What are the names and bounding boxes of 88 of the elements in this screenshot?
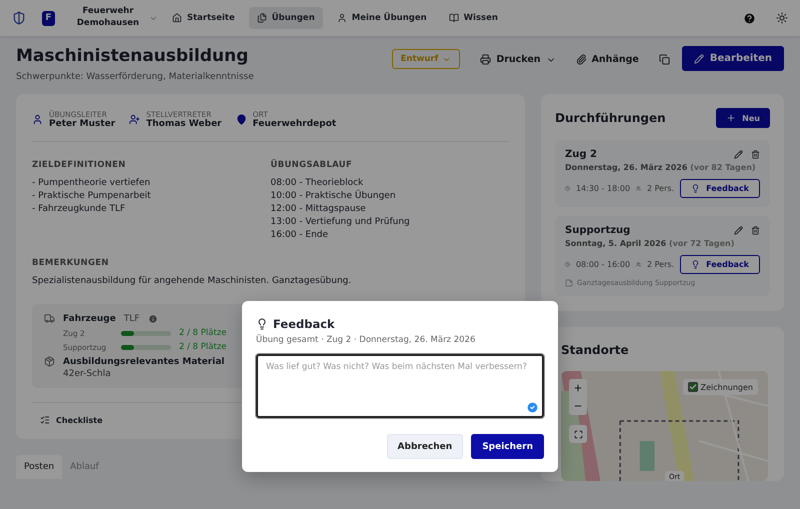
- clock-icon: [565, 184, 570, 193]
- edit-button[interactable]: Bearbeiten: [682, 46, 784, 71]
- lightbulb-icon: [256, 318, 268, 330]
- user-icon: [336, 13, 347, 23]
- user-plus-icon: [129, 114, 140, 125]
- nav-item[interactable]: Meine Übungen: [328, 7, 435, 29]
- plus-icon: [726, 113, 736, 123]
- sun-icon[interactable]: [776, 12, 788, 24]
- list-line: - Praktische Pumpenarbeit: [32, 190, 152, 203]
- help-icon[interactable]: [743, 12, 756, 24]
- home-icon: [172, 13, 182, 23]
- list-line: - Fahrzeugkunde TLF: [32, 203, 126, 216]
- run-title: Zug 2: [565, 149, 597, 160]
- layer-toggle[interactable]: Zeichnungen: [682, 379, 758, 395]
- field-value: Thomas Weber: [146, 119, 222, 129]
- shield-logo-icon[interactable]: [12, 11, 26, 25]
- dialog-subtitle: Übung gesamt · Zug 2 · Donnerstag, 26. März 2026: [256, 335, 476, 345]
- list-line: 12:00 - Mittagspause: [270, 203, 367, 216]
- truck-icon: [44, 313, 55, 324]
- nav-item[interactable]: Startseite: [164, 7, 243, 29]
- run-time: 14:30 - 18:00: [576, 184, 630, 193]
- package-icon: [44, 356, 55, 367]
- user-icon: [32, 114, 43, 125]
- card-title: Standorte: [561, 343, 630, 357]
- run-title: Supportzug: [565, 225, 630, 236]
- field-value: Peter Muster: [49, 119, 116, 129]
- dialog-title: Feedback: [273, 317, 335, 331]
- new-button[interactable]: Neu: [716, 108, 770, 128]
- material-value: 42er-Schla: [62, 369, 112, 379]
- copy-icon: [658, 54, 670, 65]
- resource-label: Ausbildungsrelevantes Material: [63, 356, 224, 366]
- org-badge: F: [42, 10, 55, 26]
- book-icon: [448, 13, 459, 23]
- run-date: Sonntag, 5. April 2026 (vor 72 Tagen): [565, 238, 736, 250]
- fullscreen-icon: [574, 430, 582, 438]
- feedback-input[interactable]: Was lief gut? Was nicht? Was beim nächsten Mal verbessern?: [256, 354, 544, 418]
- cancel-button[interactable]: Abbrechen: [386, 434, 464, 459]
- capacity-reading: 2 / 8 Plätze: [179, 328, 228, 338]
- attachments-button[interactable]: Anhänge: [570, 50, 645, 69]
- people-icon: [636, 184, 641, 193]
- print-button[interactable]: Drucken: [474, 50, 562, 69]
- map-pin-icon: [236, 114, 247, 125]
- card-title: Durchführungen: [555, 111, 666, 125]
- people-icon: [636, 260, 641, 269]
- note-icon: [565, 279, 573, 287]
- remarks-text: Spezialistenausbildung für angehende Maschinisten. Ganztagesübung.: [32, 275, 352, 288]
- save-button[interactable]: Speichern: [471, 434, 544, 459]
- pencil-icon: [694, 54, 704, 64]
- trash-icon[interactable]: [751, 150, 760, 159]
- tab[interactable]: Posten: [16, 455, 62, 479]
- section-title: ÜBUNGSABLAUF: [270, 160, 354, 170]
- printer-icon: [480, 54, 492, 65]
- section-title: BEMERKUNGEN: [32, 258, 110, 268]
- paperclip-icon: [576, 54, 587, 65]
- run-persons: 2 Pers.: [647, 184, 674, 193]
- org-name[interactable]: Feuerwehr Demohausen: [73, 6, 143, 30]
- run-persons: 2 Pers.: [647, 260, 674, 269]
- list-line: 10:00 - Praktische Übungen: [270, 190, 397, 203]
- list-line: - Pumpentheorie vertiefen: [32, 177, 152, 190]
- lightbulb-icon: [691, 184, 700, 193]
- capacity-reading: 2 / 8 Plätze: [179, 342, 228, 352]
- pencil-icon[interactable]: [734, 150, 743, 159]
- checkmark-icon: [688, 383, 697, 391]
- info-icon[interactable]: [148, 314, 158, 324]
- section-title: ZIELDEFINITIONEN: [32, 160, 127, 170]
- feedback-button[interactable]: Feedback: [680, 255, 760, 274]
- list-line: 13:00 - Vertiefung und Prüfung: [270, 216, 411, 229]
- files-icon: [256, 13, 267, 23]
- feedback-button[interactable]: Feedback: [680, 179, 760, 198]
- page-subtitle: Schwerpunkte: Wasserförderung, Materialkenntnisse: [16, 72, 254, 82]
- list-line: 08:00 - Theorieblock: [270, 177, 364, 190]
- clock-icon: [565, 260, 570, 269]
- list-line: 16:00 - Ende: [270, 229, 330, 242]
- pencil-icon[interactable]: [734, 226, 743, 235]
- trash-icon[interactable]: [751, 226, 760, 235]
- vehicle-tag: TLF: [124, 314, 140, 324]
- run-time: 08:00 - 16:00: [576, 260, 630, 269]
- nav-item[interactable]: Wissen: [440, 7, 506, 29]
- lightbulb-icon: [691, 260, 700, 269]
- checklist-icon: [40, 415, 50, 425]
- fullscreen-button[interactable]: [569, 425, 587, 443]
- nav-item[interactable]: Übungen: [248, 7, 323, 29]
- field-value: Feuerwehrdepot: [252, 119, 336, 129]
- plus-icon: [573, 383, 583, 393]
- resource-label: Fahrzeuge: [63, 314, 116, 324]
- page-title: Maschinistenausbildung: [16, 46, 250, 66]
- run-date: Donnerstag, 26. März 2026 (vor 82 Tagen): [565, 162, 757, 174]
- checklist-title: Checkliste: [56, 416, 103, 424]
